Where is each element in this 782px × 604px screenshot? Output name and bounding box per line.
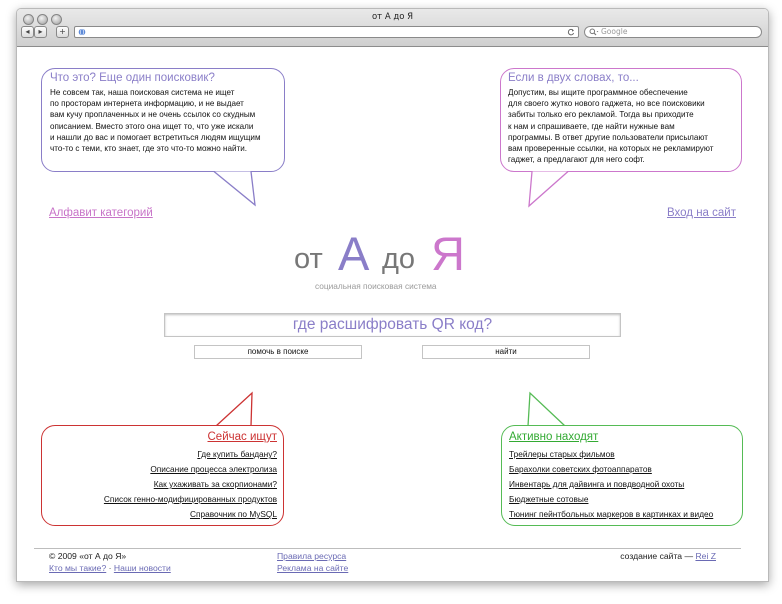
logo-to: до — [382, 243, 416, 275]
searching-query-link[interactable]: Как ухаживать за скорпионами? — [154, 479, 277, 489]
logo-from: от — [294, 243, 323, 275]
browser-titlebar: от А до Я ◂ ▸ + Google — [17, 9, 768, 47]
about-bubble-tail — [213, 170, 256, 207]
about-bubble: Что это? Еще один поисковик? Не совсем т… — [41, 68, 285, 172]
brief-line: Допустим, вы ищите программное обеспечен… — [508, 88, 688, 97]
brief-line: гаджет, а предлагают для него софт. — [508, 155, 645, 165]
searching-query-link[interactable]: Где купить бандану? — [197, 449, 277, 459]
footer-rules: Правила ресурса — [277, 551, 346, 561]
finding-link[interactable]: Инвентарь для дайвинга и повдводной охот… — [509, 479, 684, 489]
finding-bubble-tail — [527, 391, 566, 427]
footer-ads: Реклама на сайте — [277, 563, 348, 573]
page-content: Что это? Еще один поисковик? Не совсем т… — [17, 47, 768, 581]
about-line: что-то с теми, кто знает, где это что-то… — [50, 144, 247, 154]
globe-icon — [78, 28, 86, 36]
author-link[interactable]: Rei Z — [695, 551, 716, 561]
brief-line: программы. В ответ другие пользователи п… — [508, 132, 708, 142]
footer-copyright: © 2009 «от А до Я» — [49, 551, 127, 561]
finding-bubble: Активно находят Трейлеры старых фильмов … — [501, 425, 743, 526]
searching-now-title[interactable]: Сейчас ищут — [208, 431, 278, 443]
search-placeholder: Google — [601, 27, 628, 36]
footer-divider — [34, 548, 741, 549]
search-icon — [589, 28, 599, 36]
address-bar[interactable] — [74, 26, 579, 38]
logo-letter-a: А — [338, 227, 370, 280]
brief-line: к нам и спрашиваете, где найти нужные ва… — [508, 121, 675, 131]
help-search-button[interactable]: помочь в поиске — [194, 345, 362, 359]
footer-about-links: Кто мы такие? · Наши новости — [49, 563, 171, 573]
about-us-link[interactable]: Кто мы такие? — [49, 563, 106, 573]
searching-bubble-tail — [215, 391, 253, 427]
brief-line: для своего жутко нового гаджета, но все … — [508, 99, 705, 109]
window-title: от А до Я — [371, 12, 414, 22]
plus-icon: + — [59, 27, 66, 36]
footer-separator: · — [108, 563, 112, 573]
about-line: описанием. Вместо этого она ищет то, что… — [50, 121, 254, 131]
footer-credit: создание сайта — Rei Z — [620, 551, 716, 561]
brief-bubble: Если в двух словах, то... Допустим, вы и… — [500, 68, 742, 172]
forward-arrow-icon: ▸ — [38, 27, 43, 36]
searching-now-bubble: Сейчас ищут Где купить бандану? Описание… — [41, 425, 284, 526]
find-button[interactable]: найти — [422, 345, 590, 359]
about-line: вам кучу проплаченных и не очень ссылок … — [50, 110, 256, 120]
about-line: по просторам интернета информацию, и не … — [50, 99, 244, 109]
back-button[interactable]: ◂ — [21, 26, 34, 38]
searching-query-link[interactable]: Описание процесса электролиза — [150, 464, 277, 474]
searching-query-link[interactable]: Список генно-модифицированных продуктов — [104, 494, 277, 504]
logo-tagline: социальная поисковая система — [315, 281, 437, 291]
forward-button[interactable]: ▸ — [34, 26, 47, 38]
finding-link[interactable]: Бюджетные сотовые — [509, 494, 588, 504]
about-line: и нашли до вас и помогает встретиться лю… — [50, 132, 261, 142]
finding-link[interactable]: Трейлеры старых фильмов — [509, 449, 615, 459]
brief-title: Если в двух словах, то... — [508, 72, 639, 84]
finding-link[interactable]: Тюнинг пейнтбольных маркеров в картинках… — [509, 509, 713, 519]
browser-search-field[interactable]: Google — [584, 26, 762, 38]
made-by-label: создание сайта — — [620, 551, 694, 561]
brief-line: забиты только его рекламой. Тогда вы при… — [508, 110, 694, 120]
about-line: Не совсем так, наша поисковая система не… — [50, 88, 235, 97]
brief-text: Допустим, вы ищите программное обеспечен… — [508, 87, 713, 165]
brief-line: вам проверенные ссылки, на которых не ре… — [508, 144, 714, 154]
about-title: Что это? Еще один поисковик? — [50, 72, 215, 84]
login-link[interactable]: Вход на сайт — [667, 207, 736, 219]
ads-link[interactable]: Реклама на сайте — [277, 563, 348, 573]
browser-window: от А до Я ◂ ▸ + Google Что это? Еще один… — [16, 8, 769, 582]
categories-link[interactable]: Алфавит категорий — [49, 207, 153, 219]
reload-icon[interactable] — [567, 28, 575, 36]
logo-letter-ya: Я — [431, 227, 465, 280]
finding-link[interactable]: Барахолки советских фотоаппаратов — [509, 464, 652, 474]
brief-bubble-tail — [528, 171, 569, 208]
finding-title[interactable]: Активно находят — [509, 431, 598, 443]
searching-query-link[interactable]: Справочник по MySQL — [190, 509, 277, 519]
news-link[interactable]: Наши новости — [114, 563, 171, 573]
add-bookmark-button[interactable]: + — [56, 26, 69, 38]
search-input[interactable]: где расшифровать QR код? — [164, 313, 621, 337]
about-text: Не совсем так, наша поисковая система не… — [50, 87, 261, 154]
back-arrow-icon: ◂ — [25, 27, 30, 36]
rules-link[interactable]: Правила ресурса — [277, 551, 346, 561]
